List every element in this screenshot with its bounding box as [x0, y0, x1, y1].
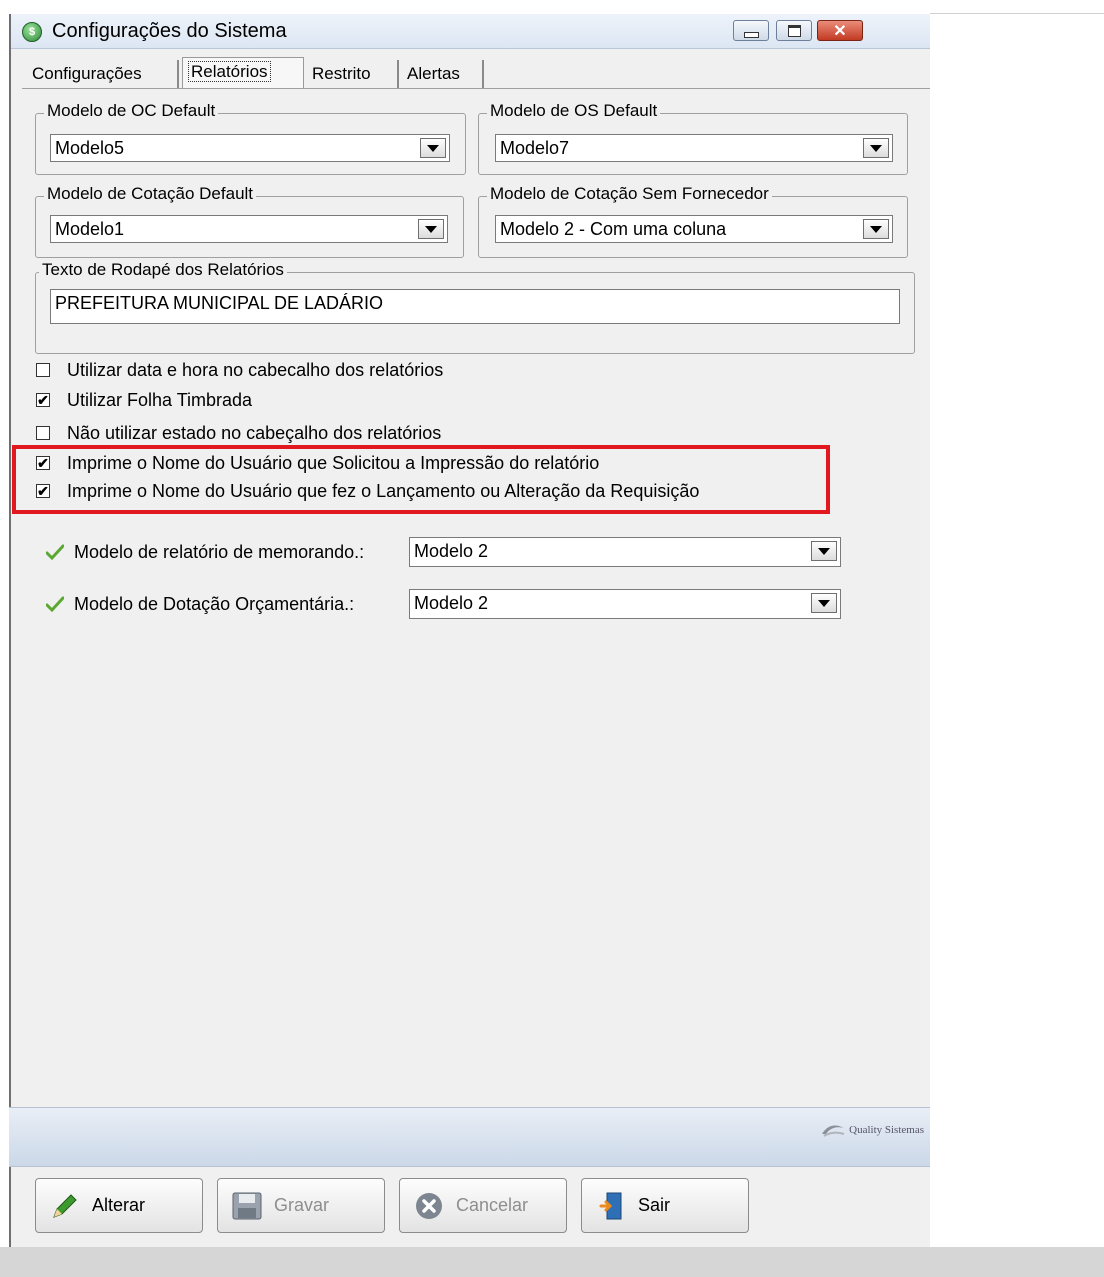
select-value: Modelo1 [55, 219, 125, 239]
group-footer-text: Texto de Rodapé dos Relatórios PREFEITUR… [35, 260, 915, 354]
green-check-icon [46, 596, 64, 613]
button-label: Sair [638, 1195, 671, 1215]
dropdown-arrow-icon[interactable] [418, 219, 444, 239]
group-label: Modelo de Cotação Sem Fornecedor [487, 184, 772, 204]
checkbox[interactable]: ✔ [36, 393, 50, 407]
select-value: Modelo 2 - Com uma coluna [500, 219, 727, 239]
select-value: Modelo 2 [414, 541, 489, 561]
footer-text-value: PREFEITURA MUNICIPAL DE LADÁRIO [55, 293, 384, 313]
group-label: Modelo de OC Default [44, 101, 219, 121]
dropdown-arrow-icon[interactable] [863, 138, 889, 158]
tab-label: Alertas [407, 64, 460, 83]
close-icon: ✕ [833, 22, 847, 40]
checkbox-label: Utilizar Folha Timbrada [67, 389, 253, 410]
pencil-icon [48, 1189, 82, 1223]
tab-divider [22, 88, 930, 89]
tab-restrito[interactable]: Restrito [307, 60, 399, 88]
alterar-button[interactable]: Alterar [35, 1178, 203, 1233]
checkbox-row-date-time[interactable]: Utilizar data e hora no cabecalho dos re… [36, 359, 443, 381]
green-check-icon [46, 544, 64, 561]
checkmark-icon: ✔ [37, 392, 49, 408]
dotacao-model-row: Modelo de Dotação Orçamentária.: [46, 589, 354, 619]
title-bar: $ Configurações do Sistema ✕ [11, 14, 930, 49]
checkbox-label: Não utilizar estado no cabeçalho dos rel… [67, 422, 442, 443]
minimize-button[interactable] [733, 20, 769, 41]
tab-label: Configurações [32, 64, 142, 83]
group-label: Modelo de OS Default [487, 101, 661, 121]
memo-model-label: Modelo de relatório de memorando.: [74, 541, 365, 562]
tab-label: Relatórios [188, 61, 271, 82]
dotacao-model-select[interactable]: Modelo 2 [409, 589, 841, 619]
quote-model-select[interactable]: Modelo1 [50, 215, 448, 243]
select-value: Modelo5 [55, 138, 125, 158]
checkbox[interactable] [36, 426, 50, 440]
group-quote-model: Modelo de Cotação Default Modelo1 [35, 184, 464, 258]
quote-no-supplier-select[interactable]: Modelo 2 - Com uma coluna [495, 215, 893, 243]
oc-model-select[interactable]: Modelo5 [50, 134, 450, 162]
dotacao-model-label: Modelo de Dotação Orçamentária.: [74, 593, 355, 614]
exit-door-icon [594, 1189, 628, 1223]
maximize-button[interactable] [776, 20, 812, 41]
footer-text-input[interactable]: PREFEITURA MUNICIPAL DE LADÁRIO [50, 289, 900, 324]
memo-model-row: Modelo de relatório de memorando.: [46, 537, 364, 567]
cancel-icon [412, 1189, 446, 1223]
group-oc-model: Modelo de OC Default Modelo5 [35, 101, 466, 175]
brand-name: Quality Sistemas [849, 1124, 924, 1136]
dropdown-arrow-icon[interactable] [811, 541, 837, 561]
tab-label: Restrito [312, 64, 371, 83]
dropdown-arrow-icon[interactable] [863, 219, 889, 239]
dropdown-arrow-icon[interactable] [811, 593, 837, 613]
brand-icon [822, 1125, 845, 1137]
app-icon: $ [22, 22, 42, 42]
highlight-box [12, 445, 830, 514]
dropdown-arrow-icon[interactable] [420, 138, 446, 158]
status-strip [0, 1247, 1104, 1277]
group-label: Texto de Rodapé dos Relatórios [39, 260, 287, 280]
tab-alertas[interactable]: Alertas [402, 60, 484, 88]
close-button[interactable]: ✕ [817, 20, 863, 41]
brand-logo: Quality Sistemas [820, 1122, 924, 1138]
memo-model-select[interactable]: Modelo 2 [409, 537, 841, 567]
sair-button[interactable]: Sair [581, 1178, 749, 1233]
footer-band: Quality Sistemas [9, 1107, 930, 1167]
screen-divider [930, 13, 1104, 14]
select-value: Modelo 2 [414, 593, 489, 613]
cancelar-button[interactable]: Cancelar [399, 1178, 567, 1233]
tab-configuracoes[interactable]: Configurações [27, 60, 179, 88]
checkbox-label: Utilizar data e hora no cabecalho dos re… [67, 359, 444, 380]
group-quote-no-supplier-model: Modelo de Cotação Sem Fornecedor Modelo … [478, 184, 908, 258]
os-model-select[interactable]: Modelo7 [495, 134, 893, 162]
window-title: Configurações do Sistema [52, 20, 287, 42]
minimize-icon [743, 31, 759, 38]
checkbox-row-letterhead[interactable]: ✔ Utilizar Folha Timbrada [36, 389, 252, 411]
gravar-button[interactable]: Gravar [217, 1178, 385, 1233]
save-disk-icon [230, 1189, 264, 1223]
settings-window: $ Configurações do Sistema ✕ Configuraçõ… [9, 14, 930, 1247]
button-label: Alterar [92, 1195, 146, 1215]
group-os-model: Modelo de OS Default Modelo7 [478, 101, 908, 175]
tab-relatorios[interactable]: Relatórios [182, 57, 304, 88]
checkbox-row-no-state[interactable]: Não utilizar estado no cabeçalho dos rel… [36, 422, 441, 444]
checkbox[interactable] [36, 363, 50, 377]
button-label: Cancelar [456, 1195, 529, 1215]
select-value: Modelo7 [500, 138, 570, 158]
button-label: Gravar [274, 1195, 330, 1215]
maximize-icon [787, 24, 801, 37]
group-label: Modelo de Cotação Default [44, 184, 257, 204]
